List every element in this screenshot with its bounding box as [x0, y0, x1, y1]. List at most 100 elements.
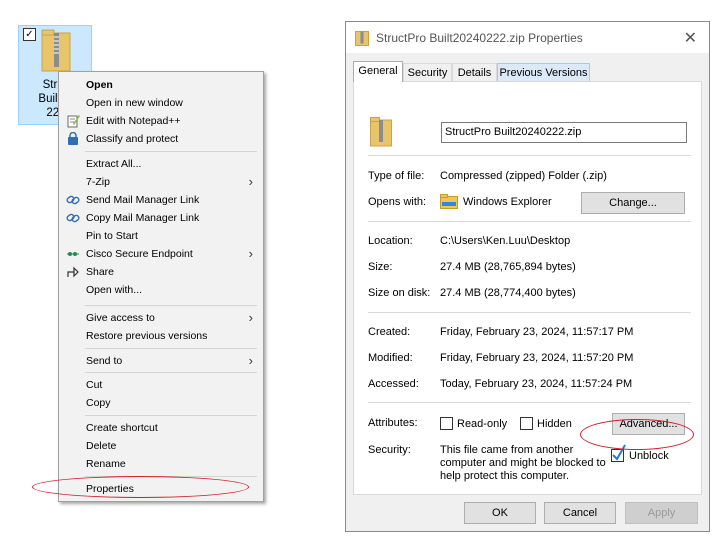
readonly-checkbox[interactable]: [440, 417, 453, 430]
chevron-right-icon: ›: [248, 353, 253, 368]
menu-item-open-with[interactable]: Open with...: [59, 281, 263, 299]
cisco-icon: [67, 252, 79, 256]
menu-item-copy[interactable]: Copy: [59, 394, 263, 412]
highlight-oval-properties: [32, 476, 249, 498]
menu-separator: [85, 372, 257, 373]
attributes-label: Attributes:: [368, 417, 418, 429]
chevron-right-icon: ›: [248, 310, 253, 325]
lock-label-icon: [68, 132, 78, 145]
size-on-disk-label: Size on disk:: [368, 287, 431, 299]
menu-item-pin-start[interactable]: Pin to Start: [59, 227, 263, 245]
hidden-checkbox[interactable]: [520, 417, 533, 430]
menu-item-label: Classify and protect: [86, 133, 179, 145]
menu-item-label: Give access to: [86, 312, 155, 324]
menu-item-label: Open with...: [86, 284, 143, 296]
properties-dialog: StructPro Built20240222.zip Properties ✕…: [345, 21, 710, 532]
unblock-label: Unblock: [629, 450, 669, 462]
menu-item-label: Send Mail Manager Link: [86, 194, 200, 206]
menu-item-delete[interactable]: Delete: [59, 437, 263, 455]
link-icon: [66, 195, 80, 205]
menu-item-restore-versions[interactable]: Restore previous versions: [59, 327, 263, 345]
accessed-label: Accessed:: [368, 378, 419, 390]
security-message-line: help protect this computer.: [440, 470, 570, 482]
menu-item-edit-notepad[interactable]: Edit with Notepad++: [59, 112, 263, 130]
menu-item-extract-all[interactable]: Extract All...: [59, 155, 263, 173]
size-on-disk-value: 27.4 MB (28,774,400 bytes): [440, 287, 576, 299]
tab-details[interactable]: Details: [452, 63, 497, 81]
menu-item-label: Cisco Secure Endpoint: [86, 248, 193, 260]
opens-with-value: Windows Explorer: [463, 196, 552, 208]
menu-item-label: Copy: [86, 397, 111, 409]
zip-folder-icon: [41, 29, 71, 72]
ok-button[interactable]: OK: [464, 502, 536, 524]
menu-separator: [85, 151, 257, 152]
share-icon: [67, 266, 79, 278]
menu-item-label: Open: [86, 79, 113, 91]
menu-item-label: Rename: [86, 458, 126, 470]
menu-item-label: Pin to Start: [86, 230, 138, 242]
created-label: Created:: [368, 326, 411, 338]
zip-folder-icon: [355, 31, 369, 46]
menu-item-give-access[interactable]: Give access to ›: [59, 309, 263, 327]
security-message-line: computer and might be blocked to: [440, 457, 606, 469]
size-value: 27.4 MB (28,765,894 bytes): [440, 261, 576, 273]
menu-item-copy-mail-link[interactable]: Copy Mail Manager Link: [59, 209, 263, 227]
menu-item-open-new-window[interactable]: Open in new window: [59, 94, 263, 112]
tab-previous-versions[interactable]: Previous Versions: [497, 63, 590, 81]
divider: [368, 312, 691, 313]
type-of-file-value: Compressed (zipped) Folder (.zip): [440, 170, 607, 182]
menu-item-rename[interactable]: Rename: [59, 455, 263, 473]
menu-separator: [85, 348, 257, 349]
menu-item-share[interactable]: Share: [59, 263, 263, 281]
location-value: C:\Users\Ken.Luu\Desktop: [440, 235, 571, 247]
divider: [368, 155, 691, 156]
security-message: This file came from another computer and…: [440, 444, 606, 483]
menu-item-label: Send to: [86, 355, 123, 367]
notepad-plus-icon: [67, 115, 80, 128]
chevron-right-icon: ›: [248, 174, 253, 189]
menu-item-create-shortcut[interactable]: Create shortcut: [59, 419, 263, 437]
menu-item-label: Create shortcut: [86, 422, 158, 434]
created-value: Friday, February 23, 2024, 11:57:17 PM: [440, 326, 634, 338]
menu-item-label: Share: [86, 266, 115, 278]
modified-label: Modified:: [368, 352, 413, 364]
apply-button[interactable]: Apply: [625, 502, 698, 524]
menu-item-classify-protect[interactable]: Classify and protect: [59, 130, 263, 148]
tab-general[interactable]: General: [353, 61, 403, 82]
menu-item-label: Restore previous versions: [86, 330, 208, 342]
opens-with-label: Opens with:: [368, 196, 427, 208]
size-label: Size:: [368, 261, 393, 273]
menu-item-cut[interactable]: Cut: [59, 376, 263, 394]
menu-item-7zip[interactable]: 7-Zip ›: [59, 173, 263, 191]
dialog-titlebar[interactable]: StructPro Built20240222.zip Properties ✕: [346, 22, 709, 53]
tab-security[interactable]: Security: [403, 63, 452, 81]
menu-item-label: Edit with Notepad++: [86, 115, 181, 127]
modified-value: Friday, February 23, 2024, 11:57:20 PM: [440, 352, 634, 364]
highlight-oval-unblock: [580, 419, 694, 450]
link-icon: [66, 213, 80, 223]
menu-separator: [85, 415, 257, 416]
menu-separator: [85, 305, 257, 306]
readonly-label: Read-only: [457, 418, 508, 430]
zip-folder-icon: [370, 117, 392, 147]
menu-item-open[interactable]: Open: [59, 76, 263, 94]
divider: [368, 221, 691, 222]
chevron-right-icon: ›: [248, 246, 253, 261]
menu-item-label: Cut: [86, 379, 103, 391]
change-button[interactable]: Change...: [581, 192, 685, 214]
menu-item-send-mail-link[interactable]: Send Mail Manager Link: [59, 191, 263, 209]
location-label: Location:: [368, 235, 413, 247]
unblock-checkbox[interactable]: [611, 444, 626, 462]
hidden-label: Hidden: [537, 418, 572, 430]
windows-explorer-icon: [440, 194, 458, 209]
file-name-input[interactable]: StructPro Built20240222.zip: [441, 122, 687, 143]
cancel-button[interactable]: Cancel: [544, 502, 616, 524]
menu-item-label: 7-Zip: [86, 176, 110, 188]
menu-item-label: Delete: [86, 440, 117, 452]
accessed-value: Today, February 23, 2024, 11:57:24 PM: [440, 378, 633, 390]
divider: [368, 402, 691, 403]
close-icon[interactable]: ✕: [684, 28, 697, 48]
menu-item-send-to[interactable]: Send to ›: [59, 352, 263, 370]
selection-checkbox[interactable]: ✓: [23, 28, 36, 41]
menu-item-cisco-secure-endpoint[interactable]: Cisco Secure Endpoint ›: [59, 245, 263, 263]
